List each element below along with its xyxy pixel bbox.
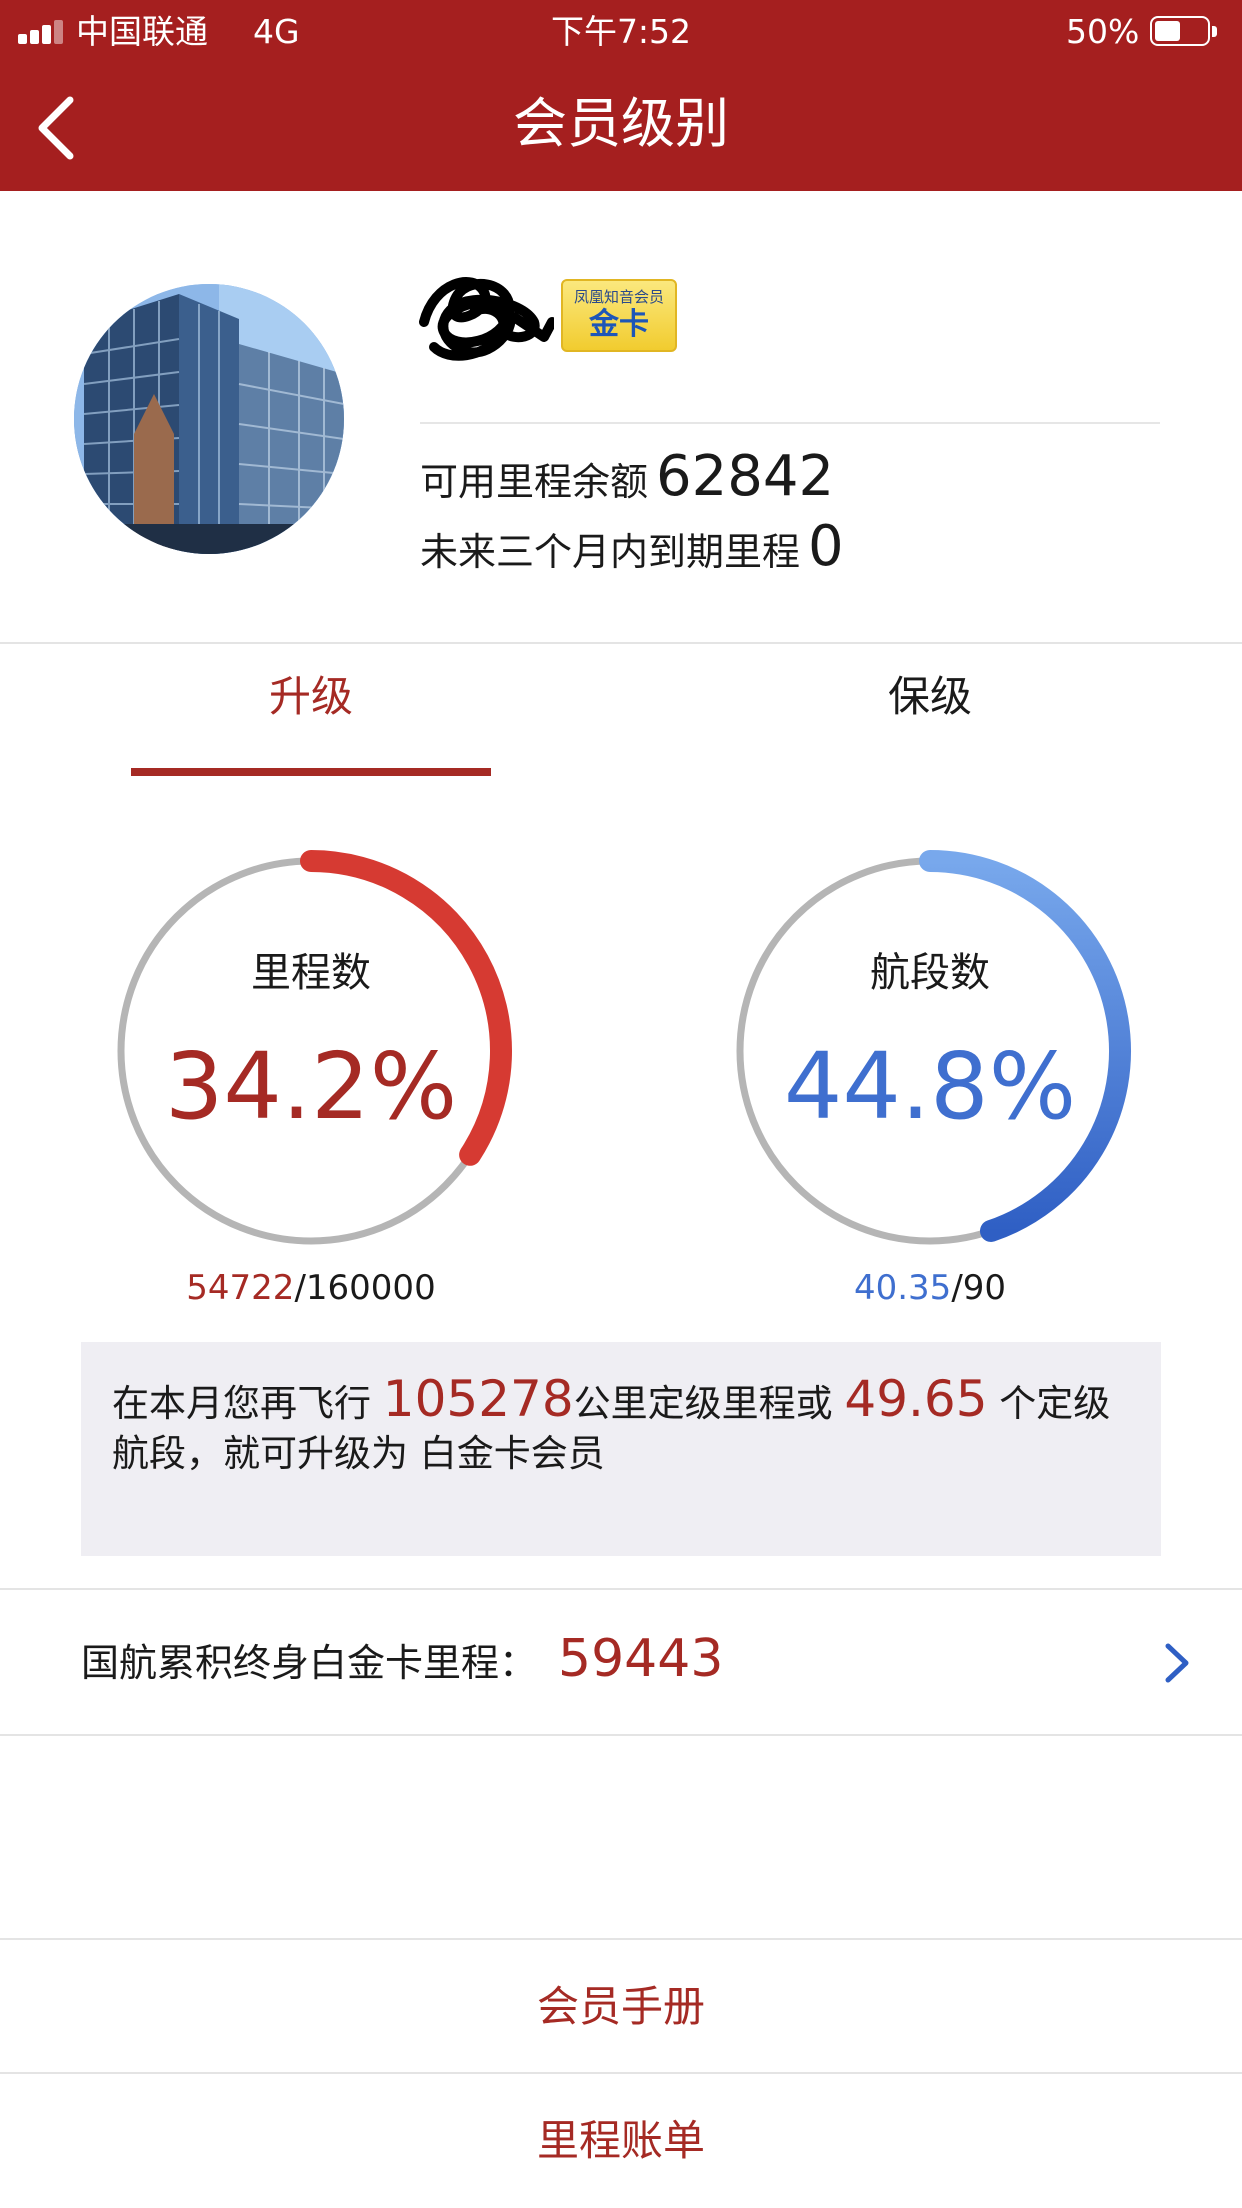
segments-percent: 44.8% — [783, 1033, 1077, 1140]
miles-ring-label: 里程数 — [251, 950, 371, 996]
status-time: 下午7:52 — [550, 12, 692, 51]
miles-current: 54722 — [186, 1268, 295, 1308]
info-text-2: 公里定级里程或 — [573, 1382, 845, 1425]
expiring-miles-value: 0 — [808, 514, 844, 579]
app-header: 中国联通 4G 下午7:52 50% 会员级别 — [0, 0, 1242, 191]
mileage-statement-link[interactable]: 里程账单 — [0, 2113, 1242, 2169]
section-divider — [0, 1938, 1242, 1940]
segments-progress-ring: 航段数 44.8% — [725, 846, 1135, 1256]
page-title: 会员级别 — [513, 92, 729, 155]
member-tier-badge: 凤凰知音会员 金卡 — [561, 279, 677, 352]
lifetime-value: 59443 — [558, 1629, 724, 1689]
badge-program-name: 凤凰知音会员 — [573, 288, 664, 306]
miles-needed: 105278 — [382, 1370, 574, 1428]
miles-target: /160000 — [294, 1268, 436, 1308]
active-tab-indicator — [131, 768, 491, 776]
section-divider — [0, 2072, 1242, 2074]
segments-needed: 49.65 — [844, 1370, 988, 1428]
nav-bar: 会员级别 — [0, 62, 1242, 191]
available-miles-label: 可用里程余额 — [420, 460, 649, 504]
lifetime-platinum-miles-row[interactable]: 国航累积终身白金卡里程： 59443 — [0, 1590, 1242, 1735]
avatar[interactable] — [74, 284, 344, 554]
lifetime-label: 国航累积终身白金卡里程： — [81, 1641, 538, 1685]
segments-ratio: 40.35/90 — [725, 1266, 1135, 1310]
badge-tier: 金卡 — [589, 307, 649, 342]
miles-progress-ring: 里程数 34.2% — [106, 846, 516, 1256]
available-miles: 可用里程余额 62842 — [420, 444, 834, 509]
segments-ring-label: 航段数 — [870, 950, 990, 996]
miles-percent: 34.2% — [164, 1033, 458, 1140]
username-redacted — [414, 262, 557, 378]
battery-icon — [1150, 16, 1218, 48]
segments-target: /90 — [951, 1268, 1007, 1308]
divider — [420, 422, 1160, 424]
available-miles-value: 62842 — [656, 444, 835, 509]
member-handbook-link[interactable]: 会员手册 — [0, 1979, 1242, 2035]
tab-upgrade[interactable]: 升级 — [111, 670, 511, 724]
chevron-right-icon — [1165, 1643, 1189, 1683]
status-bar: 中国联通 4G 下午7:52 50% — [0, 0, 1242, 62]
expiring-miles-label: 未来三个月内到期里程 — [420, 530, 801, 574]
miles-ratio: 54722/160000 — [106, 1266, 516, 1310]
battery-percent: 50% — [1066, 12, 1140, 51]
tab-keep-level[interactable]: 保级 — [730, 670, 1130, 724]
section-divider — [0, 1734, 1242, 1736]
segments-current: 40.35 — [853, 1268, 952, 1308]
upgrade-info-box: 在本月您再飞行 105278公里定级里程或 49.65 个定级航段，就可升级为 … — [81, 1342, 1161, 1556]
section-divider — [0, 642, 1242, 644]
info-text-1: 在本月您再飞行 — [112, 1382, 383, 1425]
expiring-miles: 未来三个月内到期里程 0 — [420, 514, 844, 579]
